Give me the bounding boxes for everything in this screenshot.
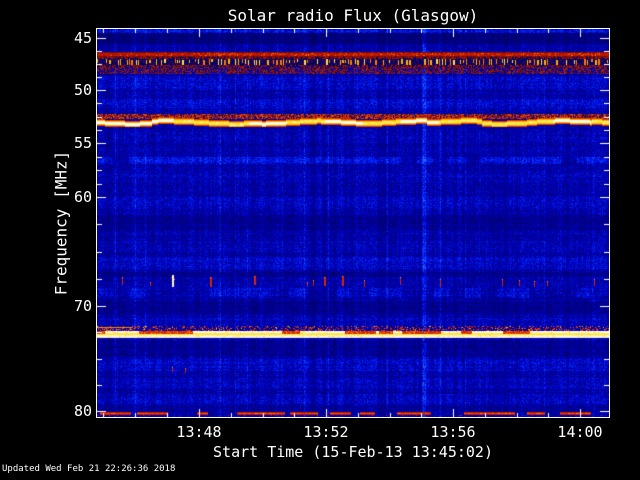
x-tick-label-1352: 13:52 — [303, 423, 349, 441]
y-tick-label-70: 70 — [73, 297, 92, 315]
solar-radio-spectrogram-window: Solar radio Flux (Glasgow) Frequency [MH… — [0, 0, 640, 480]
y-tick-label-80: 80 — [73, 402, 92, 420]
y-axis-title: Frequency [MHz] — [51, 150, 71, 296]
plot-frame — [96, 28, 610, 418]
chart-title: Solar radio Flux (Glasgow) — [227, 6, 479, 25]
y-tick-label-60: 60 — [73, 188, 92, 206]
x-tick-label-1356: 13:56 — [430, 423, 476, 441]
y-tick-label-45: 45 — [73, 29, 92, 47]
y-tick-label-55: 55 — [73, 134, 92, 152]
spectrogram-canvas — [97, 29, 609, 417]
updated-timestamp: Updated Wed Feb 21 22:26:36 2018 — [2, 464, 176, 474]
y-tick-label-50: 50 — [73, 81, 92, 99]
x-axis-title: Start Time (15-Feb-13 13:45:02) — [213, 443, 493, 461]
x-tick-label-1348: 13:48 — [176, 423, 222, 441]
x-tick-label-1400: 14:00 — [557, 423, 603, 441]
